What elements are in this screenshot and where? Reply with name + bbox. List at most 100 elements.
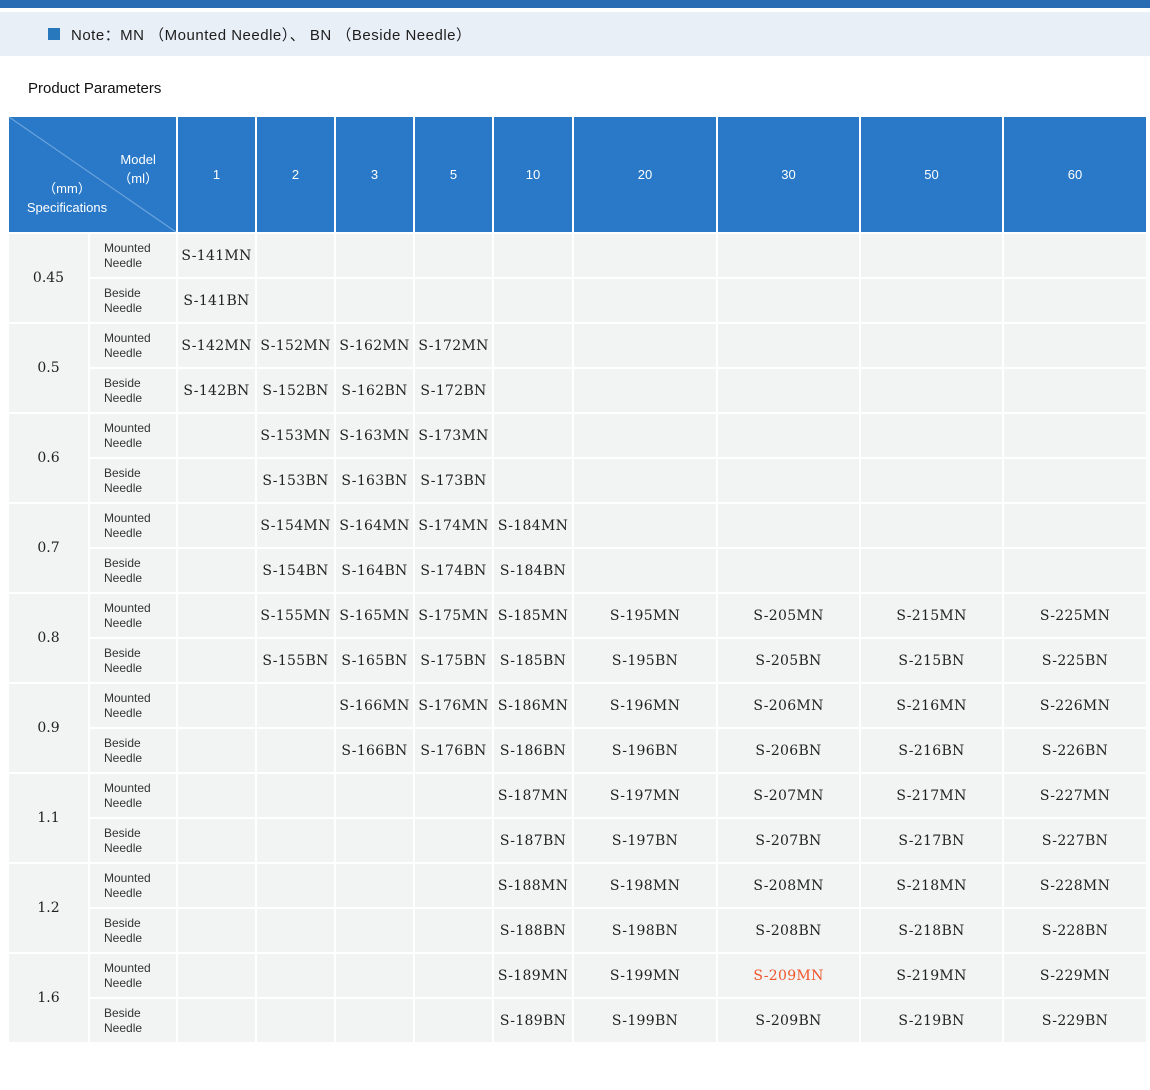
model-cell: S-219MN — [860, 953, 1003, 998]
model-cell: S-141MN — [177, 233, 256, 278]
model-cell: S-172MN — [414, 323, 493, 368]
model-cell — [414, 773, 493, 818]
table-row: 0.7Mounted NeedleS-154MNS-164MNS-174MNS-… — [8, 503, 1147, 548]
model-column-header: 1 — [177, 116, 256, 233]
model-cell: S-226MN — [1003, 683, 1147, 728]
needle-type-label: Mounted Needle — [89, 863, 177, 908]
model-cell — [493, 368, 573, 413]
model-cell: S-165BN — [335, 638, 414, 683]
spec-cell: 0.5 — [8, 323, 89, 413]
model-cell — [256, 908, 335, 953]
model-cell — [717, 503, 860, 548]
model-cell: S-205MN — [717, 593, 860, 638]
model-cell — [177, 683, 256, 728]
model-cell: S-227MN — [1003, 773, 1147, 818]
model-cell: S-185MN — [493, 593, 573, 638]
spec-cell: 1.6 — [8, 953, 89, 1043]
needle-type-label: Mounted Needle — [89, 593, 177, 638]
model-cell: S-225BN — [1003, 638, 1147, 683]
model-cell — [493, 413, 573, 458]
model-cell — [177, 863, 256, 908]
model-cell — [573, 323, 717, 368]
model-cell — [860, 278, 1003, 323]
model-cell — [414, 998, 493, 1043]
table-row: 0.5Mounted NeedleS-142MNS-152MNS-162MNS-… — [8, 323, 1147, 368]
needle-type-label: Beside Needle — [89, 458, 177, 503]
model-cell-highlighted[interactable]: S-209MN — [717, 953, 860, 998]
model-cell: S-196BN — [573, 728, 717, 773]
model-cell: S-173MN — [414, 413, 493, 458]
table-row: Beside NeedleS-142BNS-152BNS-162BNS-172B… — [8, 368, 1147, 413]
model-cell — [256, 953, 335, 998]
needle-type-label: Beside Needle — [89, 818, 177, 863]
model-column-header: 60 — [1003, 116, 1147, 233]
model-cell — [1003, 278, 1147, 323]
model-cell: S-176BN — [414, 728, 493, 773]
model-cell: S-188MN — [493, 863, 573, 908]
model-column-header: 2 — [256, 116, 335, 233]
model-cell: S-215MN — [860, 593, 1003, 638]
model-column-header: 30 — [717, 116, 860, 233]
model-cell: S-164BN — [335, 548, 414, 593]
table-row: Beside NeedleS-153BNS-163BNS-173BN — [8, 458, 1147, 503]
model-cell: S-175MN — [414, 593, 493, 638]
model-cell — [493, 323, 573, 368]
model-cell — [573, 278, 717, 323]
model-cell: S-187MN — [493, 773, 573, 818]
model-cell: S-196MN — [573, 683, 717, 728]
model-cell: S-184BN — [493, 548, 573, 593]
model-cell: S-198BN — [573, 908, 717, 953]
section-title: Product Parameters — [28, 80, 1150, 97]
model-cell — [573, 503, 717, 548]
table-row: Beside NeedleS-141BN — [8, 278, 1147, 323]
model-cell: S-173BN — [414, 458, 493, 503]
needle-type-label: Mounted Needle — [89, 323, 177, 368]
needle-type-label: Mounted Needle — [89, 233, 177, 278]
model-cell: S-209BN — [717, 998, 860, 1043]
model-cell — [177, 953, 256, 998]
model-cell — [177, 548, 256, 593]
product-parameters-table: Model （ml） （mm） Specifications 123510203… — [7, 115, 1148, 1044]
model-cell — [573, 413, 717, 458]
model-cell: S-163MN — [335, 413, 414, 458]
model-cell: S-219BN — [860, 998, 1003, 1043]
model-cell: S-215BN — [860, 638, 1003, 683]
model-cell — [1003, 503, 1147, 548]
model-cell: S-162BN — [335, 368, 414, 413]
spec-cell: 1.2 — [8, 863, 89, 953]
needle-type-label: Mounted Needle — [89, 953, 177, 998]
model-cell: S-152MN — [256, 323, 335, 368]
table-row: 0.6Mounted NeedleS-153MNS-163MNS-173MN — [8, 413, 1147, 458]
top-accent-bar — [0, 0, 1150, 8]
table-header-row: Model （ml） （mm） Specifications 123510203… — [8, 116, 1147, 233]
model-cell: S-228BN — [1003, 908, 1147, 953]
model-cell: S-205BN — [717, 638, 860, 683]
model-cell: S-166BN — [335, 728, 414, 773]
model-cell: S-175BN — [414, 638, 493, 683]
model-cell: S-187BN — [493, 818, 573, 863]
model-cell: S-199MN — [573, 953, 717, 998]
model-cell — [256, 233, 335, 278]
model-cell — [493, 233, 573, 278]
model-cell — [335, 818, 414, 863]
model-cell: S-142BN — [177, 368, 256, 413]
note-square-icon — [48, 28, 60, 40]
model-cell: S-163BN — [335, 458, 414, 503]
model-cell — [414, 233, 493, 278]
model-cell: S-162MN — [335, 323, 414, 368]
model-cell — [493, 278, 573, 323]
table-row: 0.45Mounted NeedleS-141MN — [8, 233, 1147, 278]
model-cell — [717, 323, 860, 368]
model-cell: S-206MN — [717, 683, 860, 728]
model-cell: S-197MN — [573, 773, 717, 818]
model-cell: S-226BN — [1003, 728, 1147, 773]
model-cell — [860, 503, 1003, 548]
model-cell — [1003, 458, 1147, 503]
spec-cell: 0.9 — [8, 683, 89, 773]
model-cell: S-227BN — [1003, 818, 1147, 863]
model-cell — [860, 413, 1003, 458]
model-cell — [177, 458, 256, 503]
model-cell — [573, 548, 717, 593]
model-cell — [256, 818, 335, 863]
model-cell — [860, 548, 1003, 593]
